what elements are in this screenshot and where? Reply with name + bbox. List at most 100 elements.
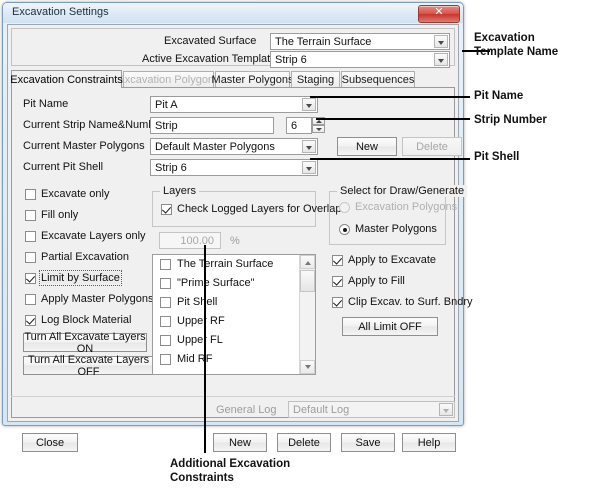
pit-name-combo[interactable]: Pit A bbox=[150, 96, 318, 113]
new-button-label: New bbox=[228, 436, 251, 449]
layers-listbox[interactable]: The Terrain Surface "Prime Surface" Pit … bbox=[152, 254, 316, 375]
list-item[interactable]: Upper FL bbox=[153, 331, 315, 350]
radio-circle bbox=[339, 224, 350, 235]
current-strip-label: Current Strip Name&Number bbox=[23, 119, 165, 131]
close-window-button[interactable]: ✕ bbox=[418, 5, 460, 23]
close-button[interactable]: Close bbox=[22, 433, 78, 452]
excavation-settings-dialog: Excavation Settings ✕ Excavated Surface … bbox=[2, 2, 473, 452]
strip-number-decrement-button[interactable] bbox=[312, 125, 325, 133]
active-template-label: Active Excavation Template bbox=[142, 53, 277, 65]
excavated-surface-combo[interactable]: The Terrain Surface bbox=[270, 33, 450, 50]
checkbox-box bbox=[332, 255, 343, 266]
tab-excavation-constraints[interactable]: Excavation Constraints bbox=[10, 70, 123, 88]
checkbox-box bbox=[332, 276, 343, 287]
list-item[interactable]: Upper RF bbox=[153, 312, 315, 331]
layers-group-title: Layers bbox=[160, 185, 200, 197]
pit-name-label: Pit Name bbox=[23, 98, 69, 110]
annotation-template-name-line2: Template Name bbox=[474, 46, 559, 58]
tab-label: Subsequences bbox=[341, 74, 415, 86]
checkbox-box[interactable] bbox=[160, 278, 171, 289]
current-master-polygons-combo[interactable]: Default Master Polygons bbox=[150, 138, 318, 155]
checkbox-box bbox=[25, 210, 36, 221]
list-item-label: Upper FL bbox=[177, 334, 223, 346]
percent-input: 100.00 bbox=[159, 232, 221, 249]
checkbox-label: Check Logged Layers for Overlap bbox=[177, 203, 342, 215]
excavated-surface-value: The Terrain Surface bbox=[275, 36, 372, 48]
turn-all-excavate-layers-on-button[interactable]: Turn All Excavate Layers ON bbox=[23, 330, 147, 355]
list-item[interactable]: The Terrain Surface bbox=[153, 255, 315, 274]
layers-scrollbar[interactable] bbox=[299, 255, 315, 374]
radio-label: Master Polygons bbox=[355, 223, 437, 235]
footer-save-button[interactable]: Save bbox=[341, 433, 395, 452]
annotation-pit-shell: Pit Shell bbox=[474, 151, 520, 163]
chevron-down-icon[interactable] bbox=[434, 53, 448, 66]
draw-group-title: Select for Draw/Generate bbox=[337, 185, 468, 197]
chevron-down-icon[interactable] bbox=[302, 140, 316, 153]
scroll-down-icon[interactable] bbox=[300, 360, 315, 374]
checkbox-box bbox=[161, 204, 172, 215]
annotation-additional-line1: Additional Excavation bbox=[170, 458, 291, 470]
tab-label: Staging bbox=[296, 74, 335, 86]
annotation-strip-number: Strip Number bbox=[474, 114, 547, 126]
checkbox-label: Apply to Fill bbox=[348, 275, 405, 287]
list-item[interactable]: "Prime Surface" bbox=[153, 274, 315, 293]
list-item-label: Upper RF bbox=[177, 315, 225, 327]
footer-help-button[interactable]: Help bbox=[402, 433, 456, 452]
pit-name-value: Pit A bbox=[155, 99, 178, 111]
delete-button-label: Delete bbox=[416, 140, 448, 153]
checkbox-box[interactable] bbox=[160, 335, 171, 346]
checkbox-box[interactable] bbox=[160, 316, 171, 327]
tab-master-polygons[interactable]: Master Polygons bbox=[212, 71, 293, 88]
checkbox-label: Limit by Surface bbox=[39, 270, 122, 286]
chevron-down-icon[interactable] bbox=[434, 35, 448, 48]
tab-subsequences[interactable]: Subsequences bbox=[341, 71, 415, 88]
delete-button-label: Delete bbox=[288, 436, 320, 449]
select-for-draw-generate-group: Select for Draw/Generate Excavation Poly… bbox=[329, 185, 468, 245]
chevron-down-icon[interactable] bbox=[439, 403, 453, 416]
list-item-label: The Terrain Surface bbox=[177, 258, 274, 270]
active-template-value: Strip 6 bbox=[275, 54, 307, 66]
current-master-polygons-value: Default Master Polygons bbox=[155, 141, 275, 153]
checkbox-box[interactable] bbox=[160, 354, 171, 365]
turn-all-off-label: Turn All Excavate Layers OFF bbox=[27, 353, 150, 378]
percent-value: 100.00 bbox=[180, 235, 214, 247]
turn-all-excavate-layers-off-button[interactable]: Turn All Excavate Layers OFF bbox=[23, 353, 154, 378]
chevron-down-icon[interactable] bbox=[302, 98, 316, 111]
current-pit-shell-combo[interactable]: Strip 6 bbox=[150, 159, 318, 176]
all-limit-off-button[interactable]: All Limit OFF bbox=[342, 317, 438, 336]
tab-staging[interactable]: Staging bbox=[291, 71, 340, 88]
scrollbar-thumb[interactable] bbox=[300, 270, 315, 292]
checkbox-box[interactable] bbox=[160, 259, 171, 270]
tab-label: Excavation Constraints bbox=[10, 73, 123, 86]
new-master-polygons-button[interactable]: New bbox=[337, 137, 397, 156]
delete-master-polygons-button: Delete bbox=[402, 137, 462, 156]
current-master-polygons-label: Current Master Polygons bbox=[23, 140, 145, 152]
strip-number-input[interactable]: 6 bbox=[286, 117, 312, 134]
annotation-template-name: Excavation Template Name bbox=[474, 31, 558, 59]
excavated-surface-label: Excavated Surface bbox=[164, 35, 257, 47]
checkbox-label: Excavate Layers only bbox=[41, 230, 146, 242]
layers-group: Layers Check Logged Layers for Overlap bbox=[152, 185, 341, 227]
strip-name-input[interactable]: Strip bbox=[150, 117, 274, 134]
chevron-down-icon[interactable] bbox=[302, 161, 316, 174]
checkbox-label: Log Block Material bbox=[41, 314, 132, 326]
radio-circle bbox=[339, 202, 350, 213]
window-title: Excavation Settings bbox=[12, 6, 109, 18]
radio-label: Excavation Polygons bbox=[355, 201, 458, 213]
tab-excavation-polygons[interactable]: Excavation Polygons bbox=[117, 71, 220, 88]
checkbox-box bbox=[25, 252, 36, 263]
footer-new-button[interactable]: New bbox=[213, 433, 267, 452]
percent-symbol-label: % bbox=[230, 235, 240, 247]
checkbox-box[interactable] bbox=[160, 297, 171, 308]
active-template-combo[interactable]: Strip 6 bbox=[270, 51, 450, 68]
excavation-constraints-page: Pit Name Pit A Current Strip Name&Number… bbox=[11, 87, 473, 418]
checkbox-box bbox=[25, 294, 36, 305]
turn-all-on-label: Turn All Excavate Layers ON bbox=[24, 330, 146, 355]
title-bar: Excavation Settings ✕ bbox=[3, 3, 463, 23]
footer-delete-button[interactable]: Delete bbox=[277, 433, 331, 452]
scroll-up-icon[interactable] bbox=[300, 255, 315, 269]
list-item[interactable]: Pit Shell bbox=[153, 293, 315, 312]
list-item[interactable]: Mid RF bbox=[153, 350, 315, 369]
save-button-label: Save bbox=[355, 436, 381, 449]
general-log-combo[interactable]: Default Log bbox=[288, 401, 455, 418]
